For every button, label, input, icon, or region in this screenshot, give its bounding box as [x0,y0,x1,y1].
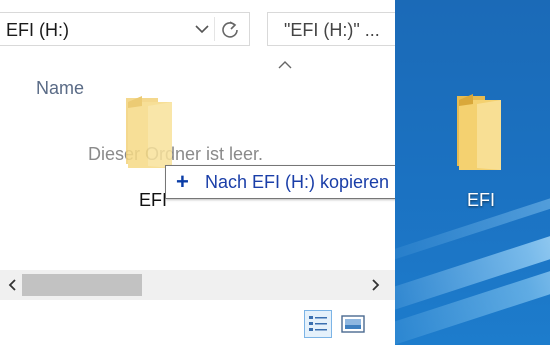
address-separator [214,17,215,41]
chevron-down-icon[interactable] [193,22,211,36]
sort-ascending-icon [278,61,292,69]
chevron-left-icon[interactable] [8,279,16,291]
horizontal-scrollbar[interactable] [0,270,395,300]
search-box[interactable]: "EFI (H:)" ... [267,12,395,46]
desktop-background: EFI [395,0,550,345]
desktop-item-label[interactable]: EFI [467,190,495,211]
scrollbar-thumb[interactable] [22,274,142,296]
column-header-name[interactable]: Name [36,78,84,99]
address-bar[interactable]: EFI (H:) [0,12,250,46]
address-text: EFI (H:) [6,20,69,40]
details-view-icon [309,316,327,331]
folder-icon[interactable] [451,90,507,172]
plus-icon: + [176,169,189,194]
copy-tooltip-text: Nach EFI (H:) kopieren [205,172,390,192]
file-explorer-window: EFI (H:) "EFI (H:)" ... Name Dieser Ordn… [0,0,454,345]
folder-icon [126,96,172,168]
chevron-right-icon[interactable] [372,279,380,291]
large-icons-view-icon[interactable] [340,312,366,336]
details-view-button[interactable] [304,310,332,338]
refresh-icon[interactable] [219,19,241,41]
search-placeholder: "EFI (H:)" ... [284,20,380,40]
dragged-item-label: EFI [139,190,168,210]
